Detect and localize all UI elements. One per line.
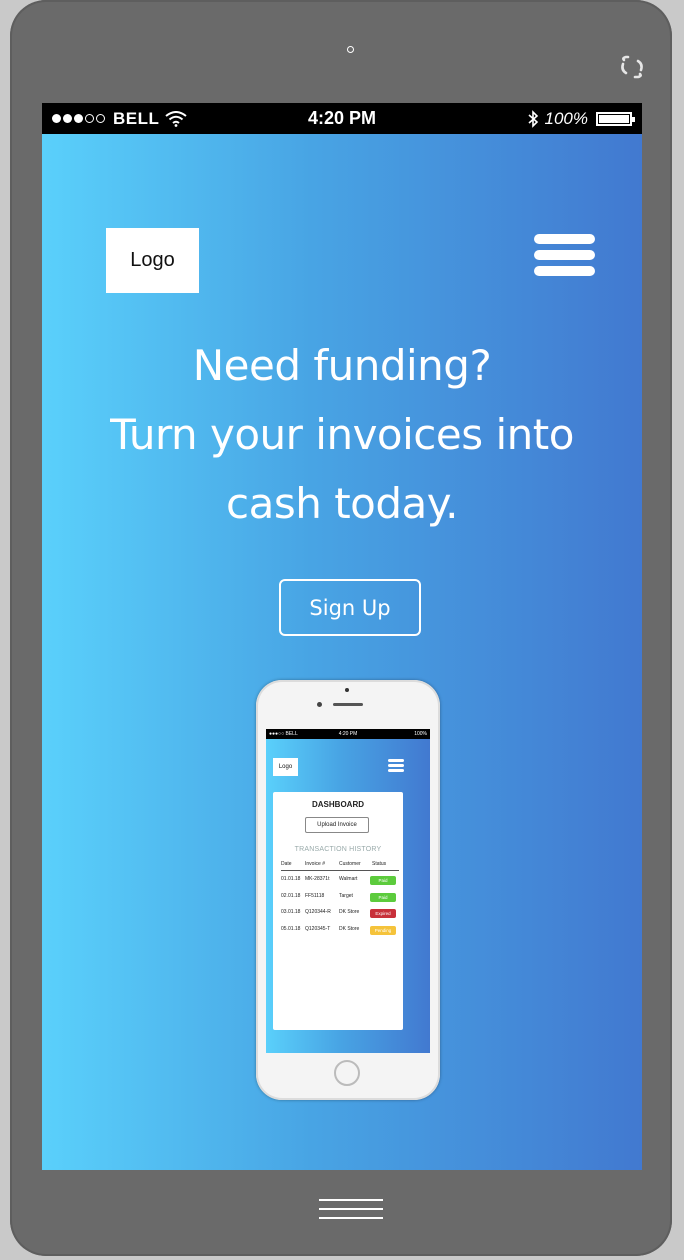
logo[interactable]: Logo: [106, 228, 199, 293]
row-customer: DK Store: [339, 925, 360, 932]
preview-home-button: [334, 1060, 360, 1086]
status-badge: Paid: [370, 876, 396, 885]
home-indicator-icon[interactable]: [319, 1199, 383, 1221]
headline-line-1: Need funding?: [192, 341, 492, 390]
row-date: 01.01.18: [281, 876, 301, 882]
preview-status-bar: ●●●○○ BELL 4:20 PM 100%: [266, 729, 430, 739]
column-header: Date: [281, 861, 292, 867]
hero-section: Logo Need funding? Turn your invoices in…: [42, 134, 642, 1170]
upload-invoice-button: Upload Invoice: [305, 817, 369, 833]
camera-icon: [347, 46, 354, 53]
preview-logo: Logo: [273, 758, 298, 776]
preview-screen: ●●●○○ BELL 4:20 PM 100% Logo DASHBOARD U…: [266, 729, 430, 1053]
table-header: Date Invoice # Customer Status: [281, 860, 399, 871]
row-customer: Walmart: [339, 876, 358, 882]
preview-battery: 100%: [414, 731, 427, 737]
battery-icon: [596, 111, 635, 126]
device-frame: BELL 4:20 PM 100% Logo Need funding? Tur…: [10, 0, 672, 1256]
column-header: Invoice #: [305, 861, 326, 867]
screen: BELL 4:20 PM 100% Logo Need funding? Tur…: [42, 103, 642, 1170]
dashboard-card: DASHBOARD Upload Invoice TRANSACTION HIS…: [273, 792, 403, 1030]
row-date: 02.01.18: [281, 892, 301, 899]
bluetooth-icon: [527, 109, 538, 128]
headline-line-2: Turn your invoices into: [110, 410, 574, 459]
dashboard-title: DASHBOARD: [312, 800, 364, 809]
row-customer: Target: [339, 892, 353, 899]
hamburger-menu-icon[interactable]: [534, 234, 595, 280]
transaction-history-title: TRANSACTION HISTORY: [294, 846, 382, 853]
preview-hero: Logo DASHBOARD Upload Invoice TRANSACTIO…: [266, 739, 430, 1053]
row-date: 05.01.18: [281, 925, 301, 932]
preview-speaker: [333, 703, 363, 706]
transaction-table: Date Invoice # Customer Status 01.01.18 …: [281, 860, 399, 941]
hero-headline: Need funding? Turn your invoices into ca…: [72, 331, 612, 538]
phone-preview-image: ●●●○○ BELL 4:20 PM 100% Logo DASHBOARD U…: [256, 680, 440, 1100]
column-header: Customer: [339, 861, 361, 867]
row-customer: DK Store: [339, 909, 360, 915]
preview-time: 4:20 PM: [338, 731, 358, 737]
rotate-icon[interactable]: [618, 54, 646, 80]
row-invoice: Q120345-T: [305, 925, 331, 932]
preview-camera-icon: [345, 688, 349, 692]
column-header: Status: [372, 861, 387, 867]
table-row: 02.01.18 FF51118 Target Paid: [281, 892, 399, 909]
status-bar: BELL 4:20 PM 100%: [42, 103, 642, 134]
battery-percent: 100%: [544, 108, 588, 128]
row-date: 03.01.18: [281, 909, 301, 915]
status-badge: Paid: [370, 892, 396, 902]
table-row: 01.01.18 MK-28371t Walmart Paid: [281, 875, 399, 892]
table-row: 05.01.18 Q120345-T DK Store Pending: [281, 925, 399, 942]
status-badge: Expired: [370, 909, 396, 918]
row-invoice: Q120344-R: [305, 909, 331, 915]
preview-hamburger-menu-icon: [388, 759, 404, 773]
status-badge: Pending: [370, 925, 396, 935]
row-invoice: FF51118: [305, 892, 325, 899]
sign-up-button[interactable]: Sign Up: [279, 579, 421, 636]
row-invoice: MK-28371t: [305, 876, 330, 882]
preview-sensor: [317, 702, 322, 707]
table-row: 03.01.18 Q120344-R DK Store Expired: [281, 908, 399, 925]
headline-line-3: cash today.: [226, 479, 458, 528]
